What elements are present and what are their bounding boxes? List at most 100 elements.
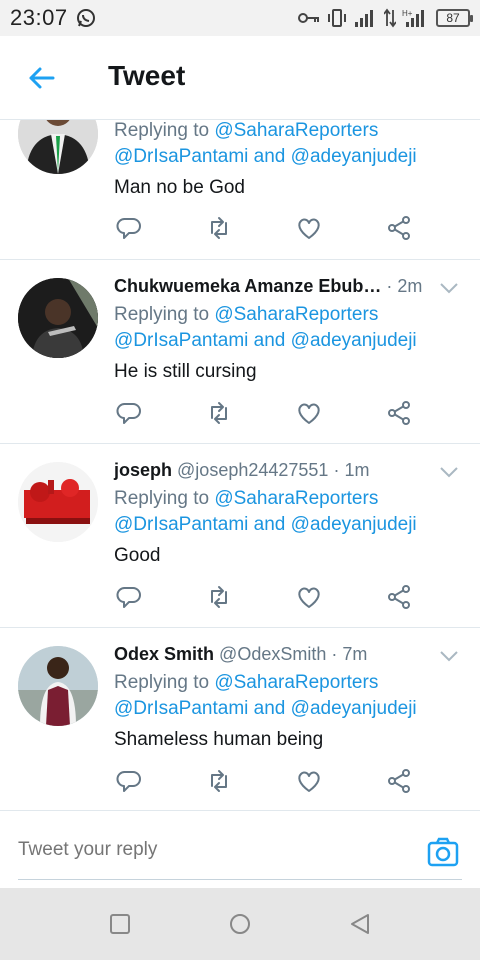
- retweet-icon[interactable]: [206, 584, 232, 610]
- reply-icon[interactable]: [116, 215, 142, 241]
- share-icon[interactable]: [386, 584, 412, 610]
- battery-indicator: 87: [436, 9, 473, 27]
- data-arrows-icon: [384, 8, 396, 28]
- back-triangle-icon[interactable]: [348, 912, 372, 936]
- replying-prefix: Replying to: [114, 304, 210, 325]
- like-icon[interactable]: [296, 400, 322, 426]
- retweet-icon[interactable]: [206, 400, 232, 426]
- back-arrow-icon[interactable]: [26, 63, 56, 93]
- tweet-actions: [0, 768, 480, 798]
- avatar-image: [18, 278, 98, 358]
- timestamp: · 1m: [333, 460, 370, 480]
- replying-prefix: Replying to: [114, 120, 210, 141]
- status-time: 23:07: [10, 5, 68, 30]
- avatar[interactable]: [18, 646, 98, 726]
- replying-and: and: [253, 146, 286, 167]
- tweet-item[interactable]: Replying to @SaharaReporters @DrIsaPanta…: [0, 120, 480, 260]
- tweet-meta: Chukwuemeka Amanze Ebub… · 2m: [114, 276, 422, 297]
- like-icon[interactable]: [296, 768, 322, 794]
- mention-link[interactable]: @adeyanjudeji: [291, 698, 417, 719]
- tweet-actions: [0, 400, 480, 430]
- page-title: Tweet: [108, 60, 186, 91]
- chevron-down-icon[interactable]: [440, 466, 458, 478]
- share-icon[interactable]: [386, 215, 412, 241]
- mention-link[interactable]: @adeyanjudeji: [291, 514, 417, 535]
- tweet-actions: [0, 215, 480, 245]
- svg-text:H+: H+: [402, 9, 413, 18]
- tweet-text: Shameless human being: [114, 729, 324, 750]
- system-nav-bar: [0, 888, 480, 960]
- input-underline: [18, 879, 462, 880]
- signal-h-icon: H+: [402, 9, 424, 27]
- mention-link[interactable]: @DrIsaPantami: [114, 146, 248, 167]
- display-name[interactable]: Odex Smith: [114, 644, 214, 664]
- avatar-image: [18, 462, 98, 542]
- timestamp: · 2m: [386, 276, 423, 296]
- share-icon[interactable]: [386, 768, 412, 794]
- replying-to-cont: @DrIsaPantami and @adeyanjudeji: [114, 514, 417, 536]
- handle: @joseph24427551: [177, 460, 329, 480]
- mention-link[interactable]: @adeyanjudeji: [291, 330, 417, 351]
- camera-icon[interactable]: [426, 835, 460, 869]
- vibrate-icon: [328, 9, 346, 27]
- avatar[interactable]: [18, 120, 98, 174]
- replying-to: Replying to @SaharaReporters: [114, 488, 378, 510]
- mention-link[interactable]: @SaharaReporters: [214, 488, 378, 509]
- replying-to: Replying to @SaharaReporters: [114, 672, 378, 694]
- mention-link[interactable]: @DrIsaPantami: [114, 330, 248, 351]
- avatar[interactable]: [18, 462, 98, 542]
- chevron-down-icon[interactable]: [440, 282, 458, 294]
- like-icon[interactable]: [296, 215, 322, 241]
- replying-to: Replying to @SaharaReporters: [114, 304, 378, 326]
- chevron-down-icon[interactable]: [440, 650, 458, 662]
- mention-link[interactable]: @DrIsaPantami: [114, 514, 248, 535]
- tweet-text: Good: [114, 545, 161, 566]
- replying-to-cont: @DrIsaPantami and @adeyanjudeji: [114, 698, 417, 720]
- signal-icon: [355, 10, 373, 27]
- battery-level: 87: [446, 11, 460, 25]
- avatar[interactable]: [18, 278, 98, 358]
- avatar-image: [18, 120, 98, 174]
- display-name[interactable]: Chukwuemeka Amanze Ebub…: [114, 276, 381, 296]
- avatar-image: [18, 646, 98, 726]
- handle: @OdexSmith: [219, 644, 327, 664]
- replying-to-cont: @DrIsaPantami and @adeyanjudeji: [114, 330, 417, 352]
- whatsapp-icon: [76, 9, 95, 27]
- replying-to-cont: @DrIsaPantami and @adeyanjudeji: [114, 146, 417, 168]
- replying-and: and: [253, 330, 286, 351]
- tweet-meta: Odex Smith @OdexSmith · 7m: [114, 644, 367, 665]
- tweet-item[interactable]: Chukwuemeka Amanze Ebub… · 2m Replying t…: [0, 260, 480, 444]
- replying-prefix: Replying to: [114, 488, 210, 509]
- mention-link[interactable]: @SaharaReporters: [214, 120, 378, 141]
- reply-icon[interactable]: [116, 584, 142, 610]
- replying-and: and: [253, 698, 286, 719]
- status-bar: 23:07 H+ 87: [0, 0, 480, 36]
- replying-prefix: Replying to: [114, 672, 210, 693]
- reply-input[interactable]: [18, 839, 418, 861]
- replying-to: Replying to @SaharaReporters: [114, 120, 378, 142]
- reply-composer: [0, 810, 480, 888]
- tweet-item[interactable]: joseph @joseph24427551 · 1m Replying to …: [0, 444, 480, 628]
- tweet-item[interactable]: Odex Smith @OdexSmith · 7m Replying to @…: [0, 628, 480, 810]
- key-icon: [298, 13, 319, 23]
- tweet-text: He is still cursing: [114, 361, 257, 382]
- mention-link[interactable]: @adeyanjudeji: [291, 146, 417, 167]
- mention-link[interactable]: @SaharaReporters: [214, 672, 378, 693]
- mention-link[interactable]: @DrIsaPantami: [114, 698, 248, 719]
- reply-icon[interactable]: [116, 400, 142, 426]
- retweet-icon[interactable]: [206, 768, 232, 794]
- recents-icon[interactable]: [108, 912, 132, 936]
- reply-feed: Replying to @SaharaReporters @DrIsaPanta…: [0, 120, 480, 810]
- tweet-text: Man no be God: [114, 177, 245, 198]
- display-name[interactable]: joseph: [114, 460, 172, 480]
- reply-icon[interactable]: [116, 768, 142, 794]
- mention-link[interactable]: @SaharaReporters: [214, 304, 378, 325]
- replying-and: and: [253, 514, 286, 535]
- like-icon[interactable]: [296, 584, 322, 610]
- retweet-icon[interactable]: [206, 215, 232, 241]
- app-header: Tweet: [0, 36, 480, 120]
- share-icon[interactable]: [386, 400, 412, 426]
- home-icon[interactable]: [228, 912, 252, 936]
- timestamp: · 7m: [331, 644, 368, 664]
- tweet-meta: joseph @joseph24427551 · 1m: [114, 460, 369, 481]
